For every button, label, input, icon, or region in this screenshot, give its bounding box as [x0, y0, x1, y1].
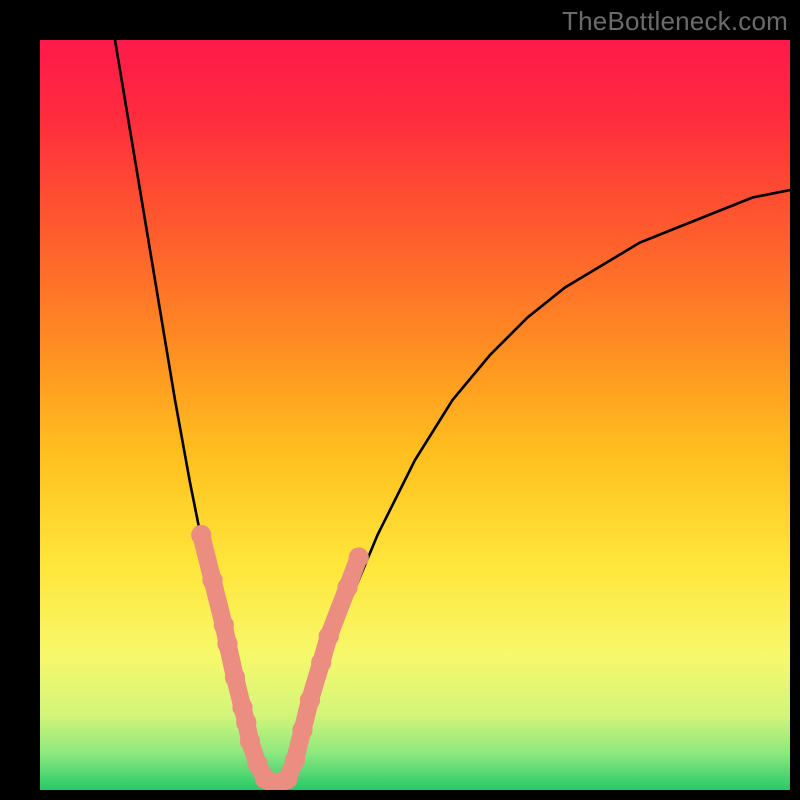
curve-right-arm [288, 190, 791, 783]
marker-dot [319, 626, 339, 646]
marker-dot [285, 750, 305, 770]
marker-dot [292, 720, 312, 740]
marker-dot [240, 731, 260, 751]
marker-dot [214, 615, 234, 635]
marker-dot [349, 547, 369, 567]
marker-dot [277, 769, 297, 789]
marker-dot [236, 712, 256, 732]
plot-area [40, 40, 790, 790]
chart-curves [40, 40, 790, 790]
marker-dot [311, 652, 331, 672]
marker-connector [201, 535, 359, 783]
chart-frame: TheBottleneck.com [0, 0, 800, 800]
marker-dot [217, 634, 237, 654]
marker-dot [225, 667, 245, 687]
marker-dot [191, 525, 211, 545]
watermark-text: TheBottleneck.com [562, 6, 788, 37]
marker-dot [300, 690, 320, 710]
marker-dot [202, 570, 222, 590]
marker-dot [337, 577, 357, 597]
